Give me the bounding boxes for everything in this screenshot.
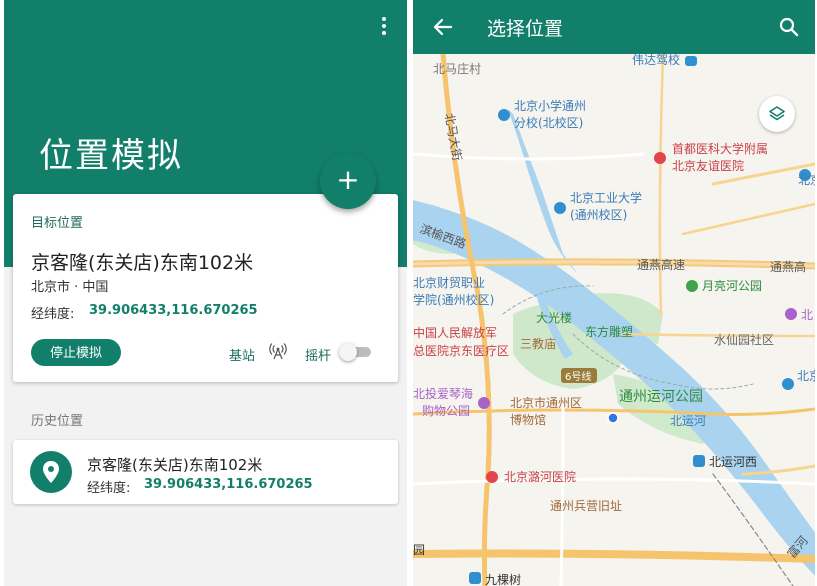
base-station-label: 基站	[229, 349, 256, 364]
map-label: 大光楼	[536, 310, 572, 325]
page-title: 位置模拟	[39, 136, 183, 176]
map-label: 分校(北校区)	[514, 115, 583, 130]
map-label: 通州兵营旧址	[550, 499, 622, 513]
history-coord-value: 39.906433,116.670265	[144, 477, 313, 492]
map-label: 北投爱琴海	[413, 386, 473, 401]
map-label: 北京	[798, 173, 815, 187]
map-label: 首都医科大学附属	[672, 141, 768, 156]
toggle-thumb	[339, 343, 357, 361]
map-label: (通州校区)	[570, 207, 627, 222]
target-coord-value: 39.906433,116.670265	[89, 303, 258, 318]
add-location-button[interactable]: +	[320, 153, 376, 209]
search-icon[interactable]	[777, 15, 801, 39]
page-title: 选择位置	[487, 18, 564, 40]
map-label: 购物公园	[422, 403, 470, 418]
map-label: 园	[413, 543, 425, 557]
map-layers-button[interactable]	[759, 96, 795, 132]
map-label: 东方雕塑	[585, 324, 633, 339]
map-label: 九棵树	[485, 572, 521, 586]
map-label: 通燕高速	[637, 257, 685, 272]
map-label: 通燕高	[770, 259, 806, 274]
layers-icon	[769, 106, 785, 121]
map-label: 北马庄村	[433, 61, 481, 76]
map-label: 北京市通州区	[510, 395, 582, 410]
target-location-card: 目标位置 京客隆(东关店)东南102米 北京市 · 中国 经纬度: 39.906…	[13, 194, 398, 382]
target-section-label: 目标位置	[31, 216, 84, 231]
target-region: 北京市 · 中国	[31, 280, 109, 295]
map-label: 北京	[797, 369, 815, 383]
map-label: 总医院京东医疗区	[413, 344, 509, 358]
target-location-name: 京客隆(东关店)东南102米	[31, 252, 254, 274]
map-label: 北京潞河医院	[504, 469, 576, 484]
more-options-icon[interactable]	[372, 14, 396, 38]
select-location-screen: 选择位置 北马庄村 伟达驾校 北京小学通州 分校(北校区) 首都医科大学附属 北…	[413, 0, 815, 586]
map-label: 通州运河公园	[619, 389, 703, 405]
map-label: 北运河西	[709, 455, 757, 469]
map-label: 中国人民解放军	[413, 325, 497, 340]
map-label: 月亮河公园	[702, 278, 762, 293]
antenna-tower-icon[interactable]	[269, 342, 287, 360]
location-pin-icon	[43, 461, 59, 483]
back-arrow-icon[interactable]	[431, 15, 455, 39]
map-label: 伟达驾校	[632, 54, 680, 67]
map-label: 6号线	[565, 370, 591, 383]
history-list-item[interactable]: 京客隆(东关店)东南102米 经纬度: 39.906433,116.670265	[13, 440, 398, 504]
map-label: 水仙园社区	[714, 332, 774, 347]
stop-mock-button[interactable]: 停止模拟	[31, 339, 121, 366]
map-label: 三教庙	[520, 336, 556, 351]
map-view[interactable]: 北马庄村 伟达驾校 北京小学通州 分校(北校区) 首都医科大学附属 北京友谊医院…	[413, 54, 815, 586]
map-label: 北运河	[670, 414, 706, 428]
app-bar: 选择位置	[413, 0, 815, 54]
map-label: 北京财贸职业	[413, 276, 485, 290]
map-label: 北京工业大学	[570, 190, 642, 205]
location-mock-screen: 位置模拟 + 目标位置 京客隆(东关店)东南102米 北京市 · 中国 经纬度:…	[4, 0, 407, 586]
location-pin-avatar	[30, 451, 72, 493]
map-label: 博物馆	[510, 412, 546, 427]
map-label: 北	[801, 308, 813, 322]
joystick-label: 摇杆	[305, 349, 332, 364]
history-section-label: 历史位置	[31, 414, 84, 429]
map-label: 学院(通州校区)	[413, 292, 494, 307]
map-label: 北京小学通州	[514, 98, 586, 113]
joystick-toggle[interactable]	[339, 343, 371, 361]
history-location-name: 京客隆(东关店)东南102米	[87, 456, 263, 474]
history-coord-label: 经纬度:	[87, 481, 131, 496]
target-coord-label: 经纬度:	[31, 307, 75, 322]
map-label: 北京友谊医院	[672, 158, 744, 173]
